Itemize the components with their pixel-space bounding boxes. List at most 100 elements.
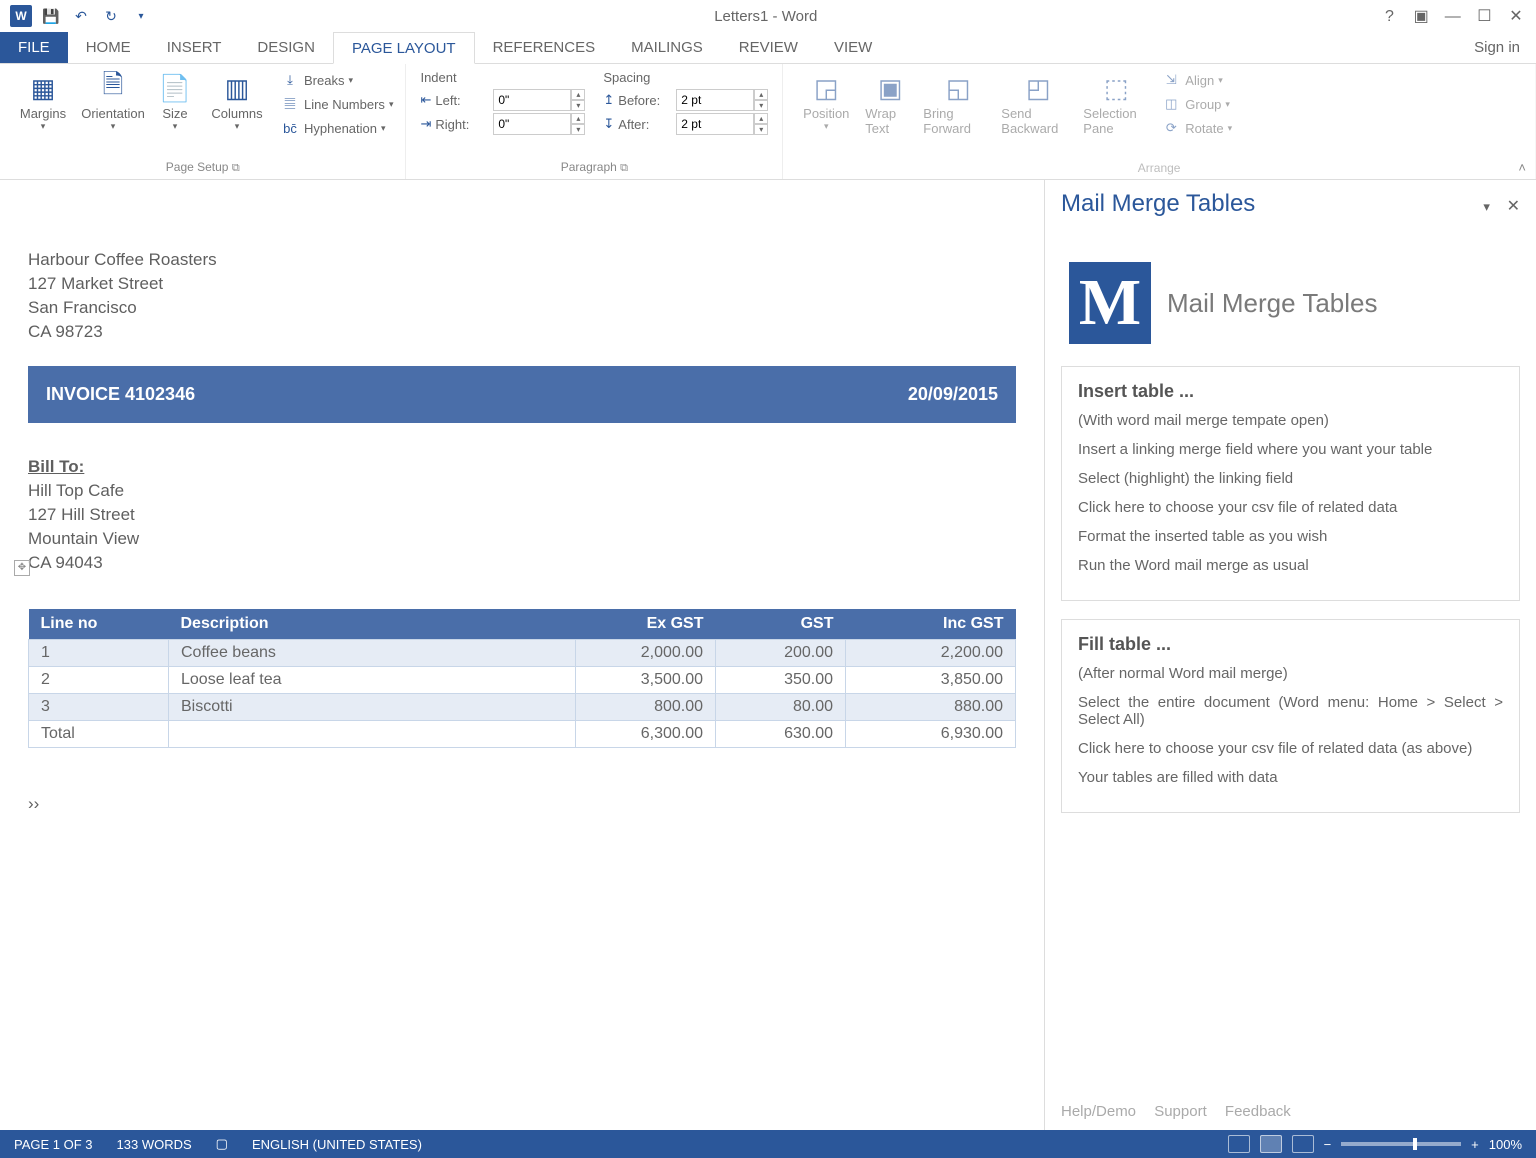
selection-pane-button[interactable]: ⬚Selection Pane xyxy=(1079,68,1153,138)
help-icon[interactable]: ? xyxy=(1376,8,1404,26)
status-proofing-icon[interactable]: ▢ xyxy=(216,1136,228,1152)
zoom-in-icon[interactable]: + xyxy=(1471,1137,1479,1152)
tab-page-layout[interactable]: PAGE LAYOUT xyxy=(333,32,475,64)
sender-line: San Francisco xyxy=(28,298,1016,318)
paragraph-label: Paragraph xyxy=(561,160,617,174)
save-icon[interactable]: 💾 xyxy=(40,5,62,27)
tab-design[interactable]: DESIGN xyxy=(239,32,333,63)
bill-to-line: Mountain View xyxy=(28,529,1016,549)
tab-references[interactable]: REFERENCES xyxy=(475,32,614,63)
indent-left-input[interactable] xyxy=(493,89,571,111)
wrap-text-button[interactable]: ▣Wrap Text xyxy=(861,68,919,138)
minimize-icon[interactable]: — xyxy=(1439,8,1467,26)
instruction-line: Select (highlight) the linking field xyxy=(1078,470,1503,487)
spin-down-icon[interactable]: ▾ xyxy=(571,124,585,135)
selection-pane-icon: ⬚ xyxy=(1098,70,1134,106)
zoom-out-icon[interactable]: − xyxy=(1324,1137,1332,1152)
indent-right-input[interactable] xyxy=(493,113,571,135)
ribbon-display-icon[interactable]: ▣ xyxy=(1407,6,1435,26)
th-lineno: Line no xyxy=(29,609,169,640)
align-button[interactable]: ⇲Align ▾ xyxy=(1157,68,1236,92)
tab-home[interactable]: HOME xyxy=(68,32,149,63)
zoom-slider[interactable] xyxy=(1341,1142,1461,1146)
object-move-handle-icon[interactable]: ✥ xyxy=(14,560,30,576)
tab-insert[interactable]: INSERT xyxy=(149,32,240,63)
rotate-button[interactable]: ⟳Rotate ▾ xyxy=(1157,116,1236,140)
group-button[interactable]: ◫Group ▾ xyxy=(1157,92,1236,116)
tab-mailings[interactable]: MAILINGS xyxy=(613,32,721,63)
tab-review[interactable]: REVIEW xyxy=(721,32,816,63)
table-row: 1Coffee beans2,000.00200.002,200.00 xyxy=(29,640,1016,667)
ribbon: ▦Margins▾ 🗎Orientation▾ 📄Size▾ ▥Columns▾… xyxy=(0,64,1536,180)
sign-in-link[interactable]: Sign in xyxy=(1458,32,1536,63)
addin-logo-block: M Mail Merge Tables xyxy=(1069,262,1512,344)
status-page[interactable]: PAGE 1 OF 3 xyxy=(14,1137,93,1152)
print-layout-icon[interactable] xyxy=(1260,1135,1282,1153)
columns-button[interactable]: ▥Columns▾ xyxy=(202,68,272,134)
page-setup-launcher-icon[interactable]: ⧉ xyxy=(232,162,240,174)
indent-right-label: Right: xyxy=(435,117,493,132)
breaks-icon: ⤓ xyxy=(280,72,300,88)
spin-down-icon[interactable]: ▾ xyxy=(754,100,768,111)
maximize-icon[interactable]: ☐ xyxy=(1470,6,1498,26)
close-icon[interactable]: ✕ xyxy=(1502,6,1530,26)
bill-to-label: Bill To: xyxy=(28,457,1016,477)
undo-icon[interactable]: ↶ xyxy=(70,5,92,27)
footer-help-link[interactable]: Help/Demo xyxy=(1061,1103,1136,1120)
space-before-input[interactable] xyxy=(676,89,754,111)
read-mode-icon[interactable] xyxy=(1228,1135,1250,1153)
space-before-label: Before: xyxy=(618,93,676,108)
space-after-input[interactable] xyxy=(676,113,754,135)
send-backward-button[interactable]: ◰Send Backward xyxy=(997,68,1079,138)
indent-right-icon: ⇥ xyxy=(420,116,431,132)
spin-down-icon[interactable]: ▾ xyxy=(571,100,585,111)
status-words[interactable]: 133 WORDS xyxy=(117,1137,192,1152)
status-language[interactable]: ENGLISH (UNITED STATES) xyxy=(252,1137,422,1152)
sender-line: 127 Market Street xyxy=(28,274,1016,294)
orientation-icon: 🗎 xyxy=(95,70,131,106)
line-numbers-button[interactable]: 𝄚Line Numbers ▾ xyxy=(276,92,397,116)
qat-dropdown-icon[interactable]: ▾ xyxy=(130,5,152,27)
instruction-link[interactable]: Click here to choose your csv file of re… xyxy=(1078,499,1503,516)
document-area[interactable]: Harbour Coffee Roasters 127 Market Stree… xyxy=(0,180,1044,1130)
invoice-date: 20/09/2015 xyxy=(908,384,998,405)
task-pane-footer: Help/Demo Support Feedback xyxy=(1045,1103,1536,1130)
tab-view[interactable]: VIEW xyxy=(816,32,890,63)
footer-support-link[interactable]: Support xyxy=(1154,1103,1207,1120)
bring-forward-button[interactable]: ◱Bring Forward xyxy=(919,68,997,138)
th-incgst: Inc GST xyxy=(846,609,1016,640)
orientation-button[interactable]: 🗎Orientation▾ xyxy=(78,68,148,134)
table-row: 3Biscotti800.0080.00880.00 xyxy=(29,694,1016,721)
bill-to-line: CA 94043 xyxy=(28,553,1016,573)
redo-icon[interactable]: ↻ xyxy=(100,5,122,27)
group-icon: ◫ xyxy=(1161,96,1181,112)
workspace: Harbour Coffee Roasters 127 Market Stree… xyxy=(0,180,1536,1130)
bill-to-line: Hill Top Cafe xyxy=(28,481,1016,501)
breaks-button[interactable]: ⤓Breaks ▾ xyxy=(276,68,397,92)
zoom-level[interactable]: 100% xyxy=(1489,1137,1522,1152)
position-button[interactable]: ◲Position▾ xyxy=(791,68,861,134)
task-pane-options-icon[interactable]: ▾ xyxy=(1483,199,1490,214)
web-layout-icon[interactable] xyxy=(1292,1135,1314,1153)
task-pane-close-icon[interactable]: ✕ xyxy=(1507,198,1520,215)
size-button[interactable]: 📄Size▾ xyxy=(148,68,202,134)
tab-file[interactable]: FILE xyxy=(0,32,68,63)
sender-line: CA 98723 xyxy=(28,322,1016,342)
spin-up-icon[interactable]: ▴ xyxy=(754,113,768,124)
spin-up-icon[interactable]: ▴ xyxy=(571,89,585,100)
send-backward-icon: ◰ xyxy=(1020,70,1056,106)
hyphenation-button[interactable]: bc̄Hyphenation ▾ xyxy=(276,116,397,140)
title-bar: W 💾 ↶ ↻ ▾ Letters1 - Word ? ▣ — ☐ ✕ xyxy=(0,0,1536,32)
instruction-link[interactable]: Click here to choose your csv file of re… xyxy=(1078,740,1503,757)
task-pane: Mail Merge Tables ▾ ✕ M Mail Merge Table… xyxy=(1044,180,1536,1130)
spin-down-icon[interactable]: ▾ xyxy=(754,124,768,135)
collapse-ribbon-icon[interactable]: ˄ xyxy=(1518,160,1526,175)
spin-up-icon[interactable]: ▴ xyxy=(754,89,768,100)
paragraph-launcher-icon[interactable]: ⧉ xyxy=(620,162,628,174)
th-exgst: Ex GST xyxy=(576,609,716,640)
footer-feedback-link[interactable]: Feedback xyxy=(1225,1103,1291,1120)
margins-button[interactable]: ▦Margins▾ xyxy=(8,68,78,134)
spin-up-icon[interactable]: ▴ xyxy=(571,113,585,124)
line-numbers-icon: 𝄚 xyxy=(280,96,300,112)
invoice-header-bar: INVOICE 4102346 20/09/2015 xyxy=(28,366,1016,423)
